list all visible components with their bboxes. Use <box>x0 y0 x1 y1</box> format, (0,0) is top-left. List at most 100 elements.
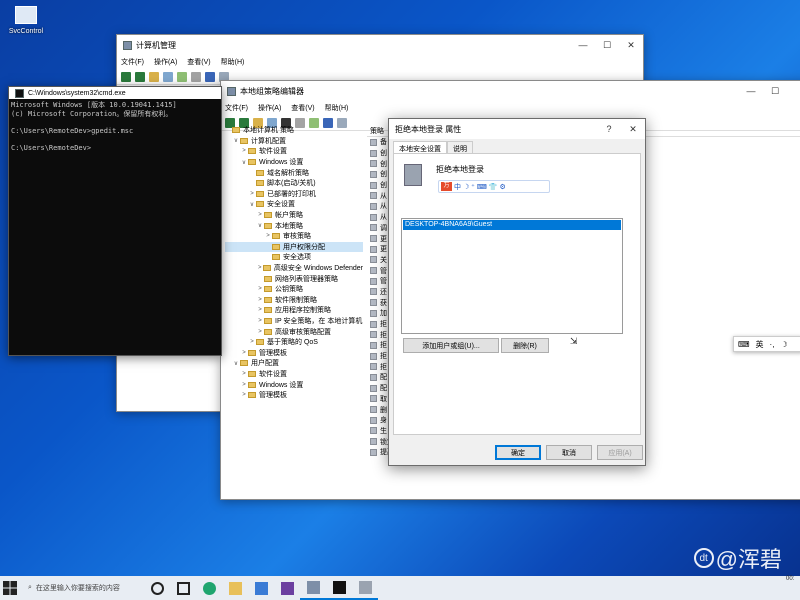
expand-chevron-icon[interactable]: > <box>257 212 263 218</box>
tree-node[interactable]: > 应用程序控制策略 <box>225 305 363 316</box>
ok-button[interactable]: 确定 <box>495 445 541 460</box>
tree-node[interactable]: ∨ Windows 设置 <box>225 157 363 168</box>
file-explorer-icon[interactable] <box>222 576 248 600</box>
ime-tool-icons[interactable]: 中 ☽ ⁺ ⌨ 👕 ⚙ <box>454 182 506 192</box>
apply-button[interactable]: 应用(A) <box>597 445 643 460</box>
ime-mode-english[interactable]: 英 <box>756 339 764 350</box>
tab-local-security-setting[interactable]: 本地安全设置 <box>393 141 447 153</box>
tree-node[interactable]: ∨ 本地策略 <box>225 220 363 231</box>
expand-chevron-icon[interactable]: > <box>249 191 255 197</box>
cortana-icon[interactable] <box>144 576 170 600</box>
menu-action[interactable]: 操作(A) <box>258 103 281 113</box>
keyboard-icon[interactable]: ⌨ <box>738 340 750 349</box>
minimize-button[interactable]: — <box>739 86 763 97</box>
tree-node[interactable]: > 帐户策略 <box>225 210 363 221</box>
tree-node[interactable]: ∨ 安全设置 <box>225 199 363 210</box>
tree-node[interactable]: 本地计算机 策略 <box>225 125 363 136</box>
store-icon[interactable] <box>248 576 274 600</box>
properties-icon[interactable] <box>163 71 173 82</box>
cmd-taskbar-icon[interactable] <box>326 576 352 600</box>
close-button[interactable]: ✕ <box>621 124 645 135</box>
expand-chevron-icon[interactable]: ∨ <box>241 159 247 166</box>
expand-chevron-icon[interactable]: > <box>257 286 263 292</box>
tree-node[interactable]: 域名解析策略 <box>225 167 363 178</box>
tree-node[interactable]: 网络列表管理器策略 <box>225 273 363 284</box>
expand-chevron-icon[interactable]: ∨ <box>233 137 239 144</box>
tab-explain[interactable]: 说明 <box>447 141 473 153</box>
menu-view[interactable]: 查看(V) <box>187 57 210 67</box>
ime-bar[interactable]: ⌨ 英 ·, ☽ <box>733 336 800 352</box>
properties-dialog[interactable]: 拒绝本地登录 属性 ? ✕ 本地安全设置 说明 拒绝本地登录 万 中 ☽ ⁺ ⌨… <box>388 118 646 466</box>
expand-chevron-icon[interactable]: > <box>257 318 263 324</box>
tree-node[interactable]: > 管理模板 <box>225 347 363 358</box>
help-icon[interactable] <box>205 71 215 82</box>
tree-node[interactable]: ∨ 计算机配置 <box>225 136 363 147</box>
expand-chevron-icon[interactable]: > <box>257 307 263 313</box>
cmd-window[interactable]: C:\Windows\system32\cmd.exe Microsoft Wi… <box>8 86 222 356</box>
menu-view[interactable]: 查看(V) <box>291 103 314 113</box>
list-icon[interactable] <box>191 71 201 82</box>
task-view-icon[interactable] <box>170 576 196 600</box>
maximize-button[interactable]: ☐ <box>763 86 787 97</box>
policy-tree[interactable]: 本地计算机 策略 ∨ 计算机配置 > 软件设置 ∨ Windows 设置 域名解析策略 脚本(启… <box>225 125 363 489</box>
expand-chevron-icon[interactable]: > <box>265 233 271 239</box>
close-button[interactable]: ✕ <box>619 40 643 51</box>
menu-file[interactable]: 文件(F) <box>121 57 144 67</box>
ime-toolbar[interactable]: 万 中 ☽ ⁺ ⌨ 👕 ⚙ <box>438 180 550 193</box>
desktop-icon-svccontrol[interactable]: SvcControl <box>4 6 48 35</box>
menu-help[interactable]: 帮助(H) <box>221 57 245 67</box>
menu-file[interactable]: 文件(F) <box>225 103 248 113</box>
back-icon[interactable] <box>121 71 131 82</box>
tree-node[interactable]: 用户权限分配 <box>225 241 363 253</box>
tree-node[interactable]: > 软件限制策略 <box>225 295 363 306</box>
tree-node[interactable]: > Windows 设置 <box>225 379 363 390</box>
edge-icon[interactable] <box>196 576 222 600</box>
tree-node[interactable]: > 公钥策略 <box>225 284 363 295</box>
remove-button[interactable]: 删除(R) <box>501 338 549 353</box>
export-icon[interactable] <box>177 71 187 82</box>
expand-chevron-icon[interactable]: > <box>241 148 247 154</box>
computer-management-taskbar-icon[interactable] <box>300 576 326 600</box>
console-output[interactable]: Microsoft Windows [版本 10.0.19041.1415] (… <box>9 99 221 154</box>
list-item[interactable]: DESKTOP-4BNA6A9\Guest <box>403 220 621 230</box>
expand-chevron-icon[interactable]: ∨ <box>249 201 255 208</box>
tree-node[interactable]: > 已部署的打印机 <box>225 189 363 200</box>
expand-chevron-icon[interactable]: > <box>257 265 262 271</box>
tree-node[interactable]: > 基于策略的 QoS <box>225 337 363 348</box>
expand-chevron-icon[interactable]: > <box>257 297 263 303</box>
tree-node[interactable]: > 软件设置 <box>225 146 363 157</box>
tree-node[interactable]: 安全选项 <box>225 252 363 263</box>
tree-node[interactable]: > 高级审核策略配置 <box>225 326 363 337</box>
taskbar-search[interactable]: ⌕ 在这里输入你要搜索的内容 <box>24 579 144 597</box>
clock[interactable]: 00: <box>786 576 800 600</box>
expand-chevron-icon[interactable]: > <box>241 382 247 388</box>
punctuation-icon[interactable]: ·, <box>770 340 775 349</box>
tree-node[interactable]: > 审核策略 <box>225 231 363 242</box>
minimize-button[interactable]: — <box>571 40 595 51</box>
visual-studio-icon[interactable] <box>274 576 300 600</box>
tree-node[interactable]: > 软件设置 <box>225 369 363 380</box>
maximize-button[interactable]: ☐ <box>595 40 619 51</box>
menu-action[interactable]: 操作(A) <box>154 57 177 67</box>
user-list[interactable]: DESKTOP-4BNA6A9\Guest <box>401 218 623 334</box>
tree-node[interactable]: 脚本(启动/关机) <box>225 178 363 189</box>
expand-chevron-icon[interactable]: > <box>241 392 247 398</box>
tree-node[interactable]: > 管理模板 <box>225 390 363 401</box>
gpedit-taskbar-icon[interactable] <box>352 576 378 600</box>
menu-help[interactable]: 帮助(H) <box>325 103 349 113</box>
expand-chevron-icon[interactable]: > <box>257 329 263 335</box>
forward-icon[interactable] <box>135 71 145 82</box>
tree-node[interactable]: > 高级安全 Windows Defender <box>225 263 363 274</box>
expand-chevron-icon[interactable]: ∨ <box>233 360 239 367</box>
expand-chevron-icon[interactable]: > <box>249 339 255 345</box>
moon-icon[interactable]: ☽ <box>780 340 787 349</box>
tree-node[interactable]: > IP 安全策略，在 本地计算机 <box>225 316 363 327</box>
expand-chevron-icon[interactable]: ∨ <box>257 222 263 229</box>
expand-chevron-icon[interactable]: > <box>241 350 247 356</box>
tree-node[interactable]: ∨ 用户配置 <box>225 358 363 369</box>
cancel-button[interactable]: 取消 <box>546 445 592 460</box>
help-button[interactable]: ? <box>597 124 621 135</box>
expand-chevron-icon[interactable]: > <box>241 371 247 377</box>
folder-icon[interactable] <box>149 71 159 82</box>
windows-start-icon[interactable] <box>2 580 18 596</box>
